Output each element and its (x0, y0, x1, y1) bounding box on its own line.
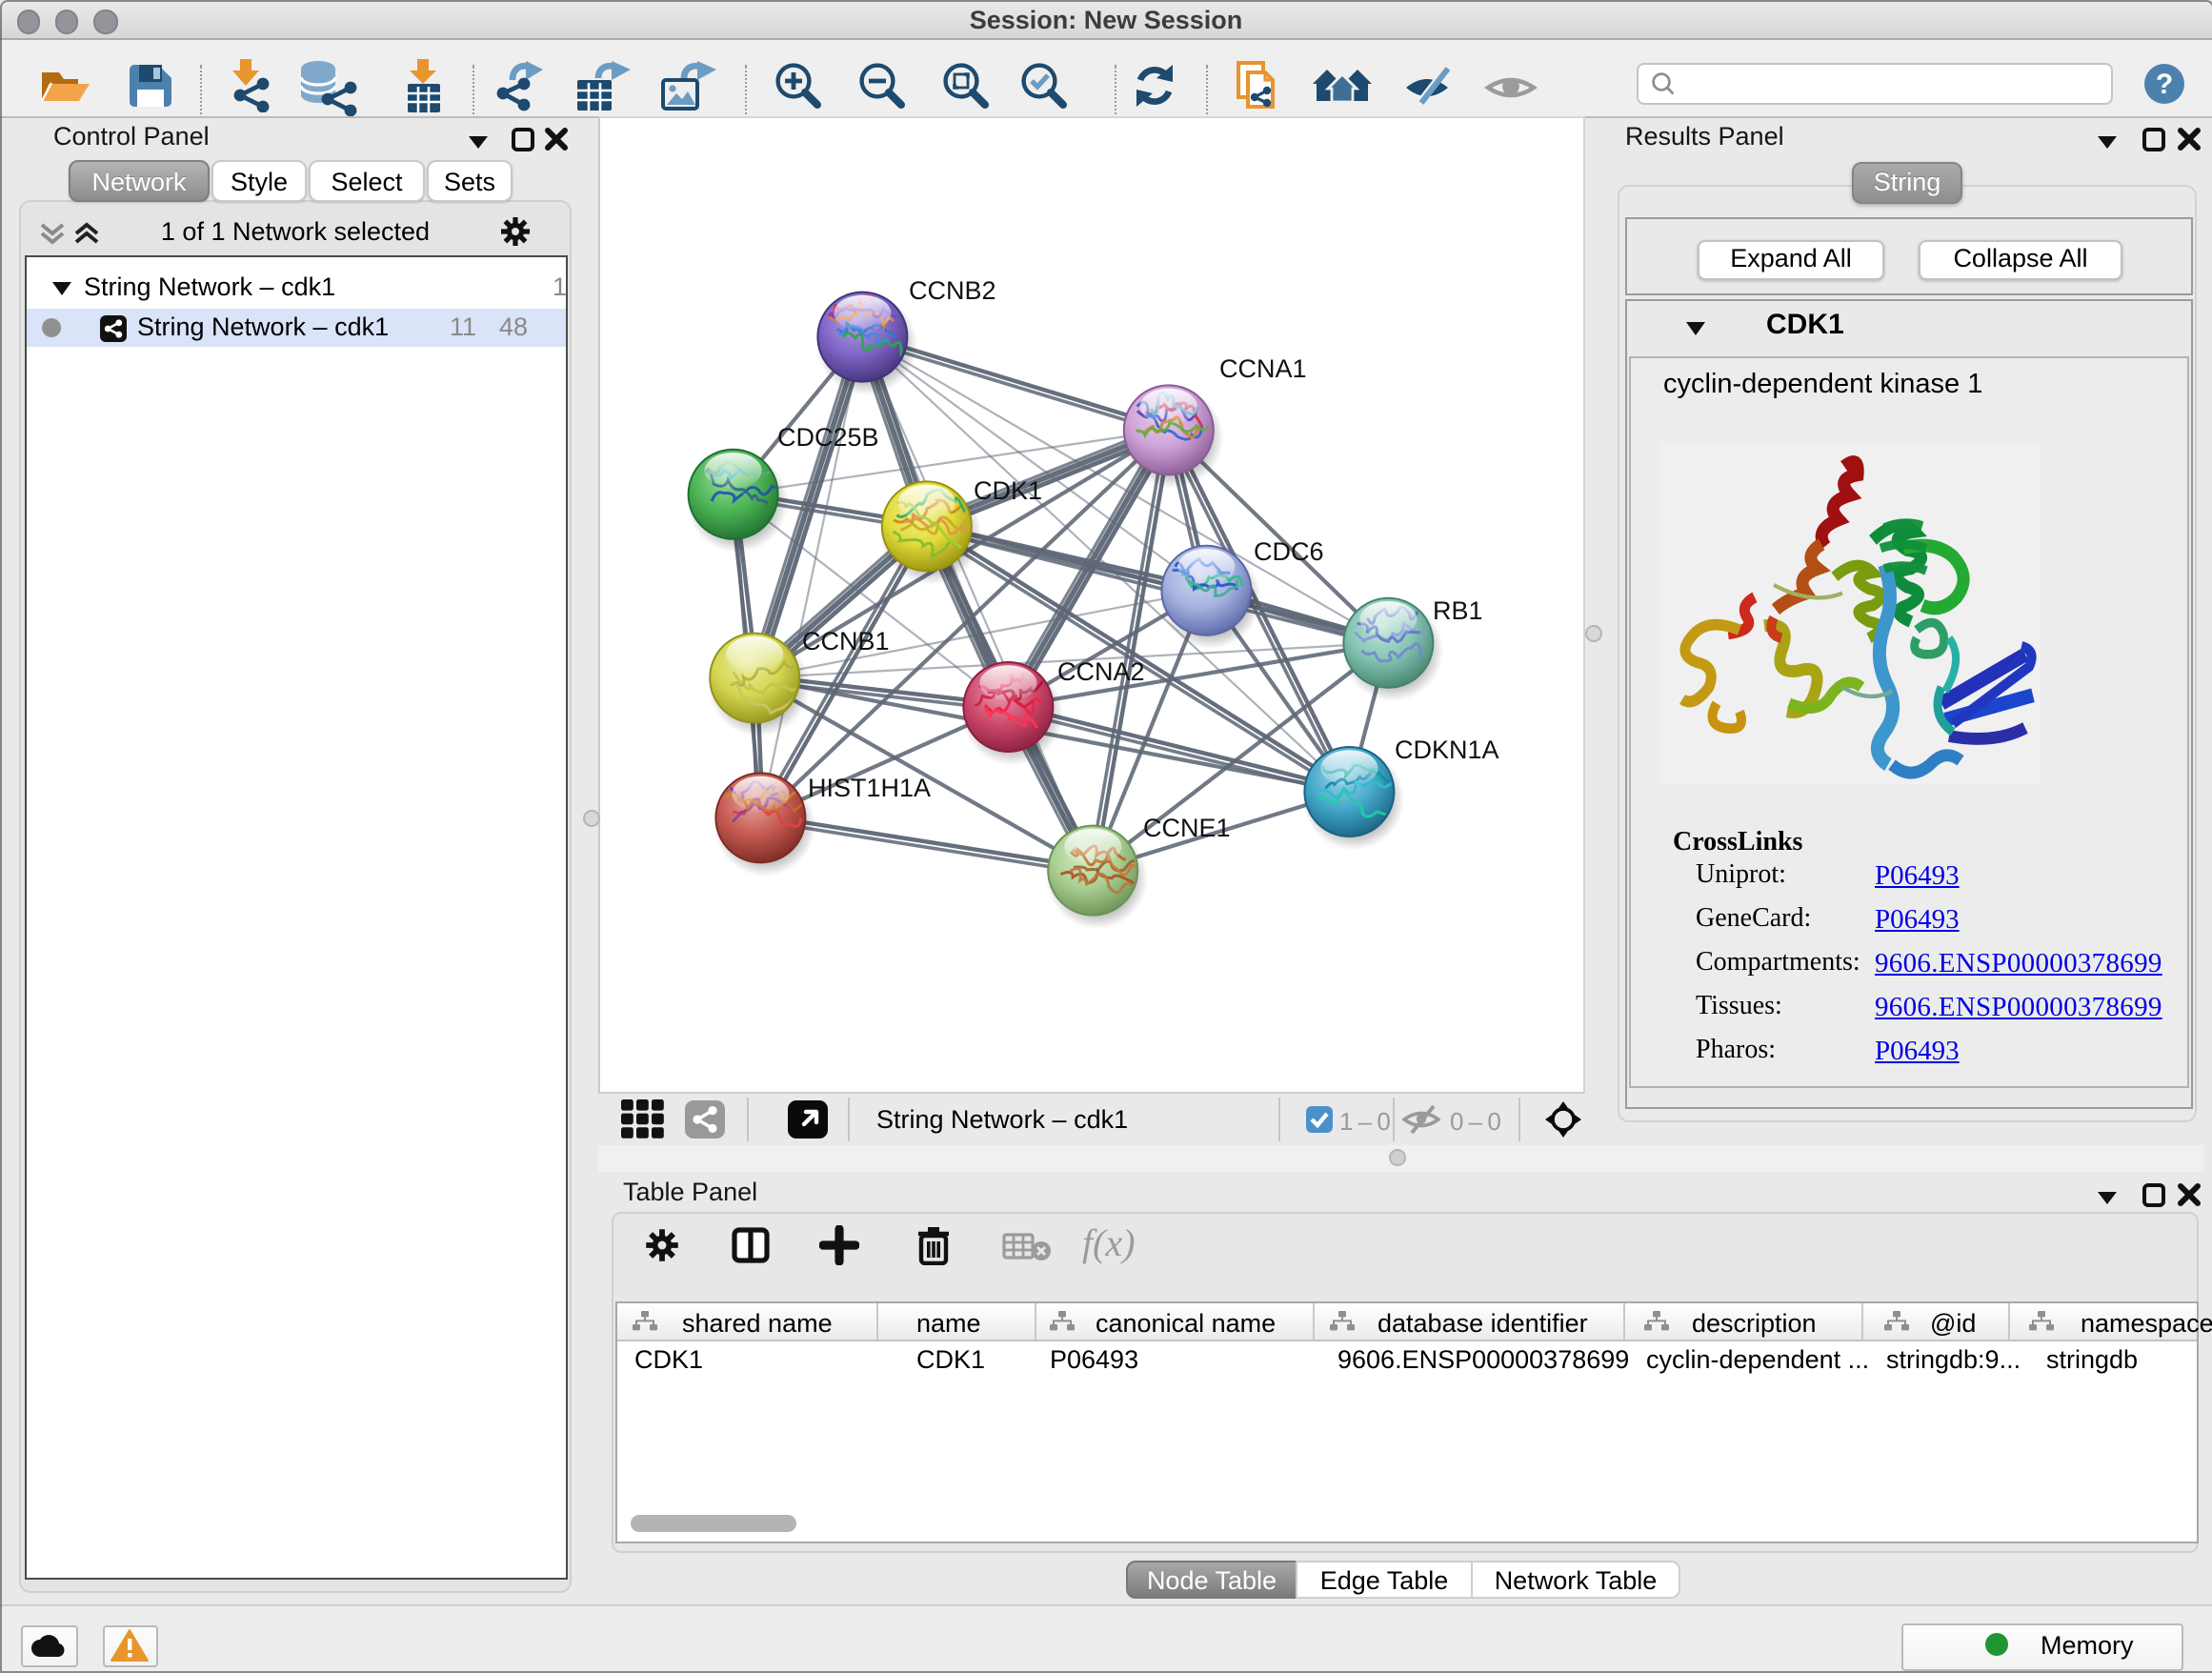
svg-text:HIST1H1A: HIST1H1A (808, 774, 931, 802)
svg-text:CDK1: CDK1 (974, 476, 1042, 505)
svg-text:CDC25B: CDC25B (777, 423, 879, 452)
svg-text:CCNB2: CCNB2 (909, 276, 996, 305)
svg-text:CCNA1: CCNA1 (1219, 354, 1307, 383)
svg-text:CDKN1A: CDKN1A (1395, 736, 1499, 764)
svg-text:RB1: RB1 (1433, 596, 1483, 625)
svg-text:CCNA2: CCNA2 (1057, 657, 1145, 686)
svg-text:?: ? (2156, 69, 2173, 100)
svg-text:CDC6: CDC6 (1254, 537, 1324, 566)
svg-text:CCNE1: CCNE1 (1143, 814, 1231, 842)
svg-text:CCNB1: CCNB1 (802, 627, 890, 655)
